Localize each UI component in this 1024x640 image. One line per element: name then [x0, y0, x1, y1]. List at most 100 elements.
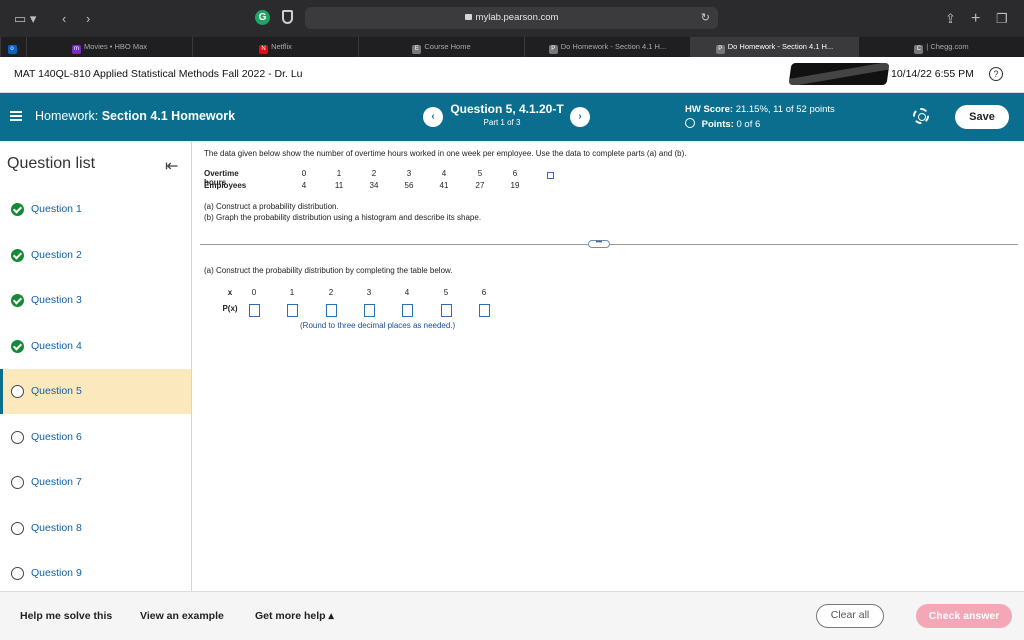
tab-label: Movies • HBO Max — [83, 42, 148, 51]
employees-cell: 19 — [510, 181, 520, 190]
chegg-icon: C — [914, 45, 924, 54]
collapse-icon[interactable]: ⇤ — [165, 156, 178, 176]
score-value: 21.15%, 11 of 52 points — [735, 104, 835, 115]
empty-circle-icon — [11, 521, 24, 535]
hours-cell: 2 — [371, 169, 377, 178]
help-me-solve-button[interactable]: Help me solve this — [20, 610, 112, 622]
question-item[interactable]: Question 6 — [0, 415, 191, 460]
tab-homework-2[interactable]: P Do Homework - Section 4.1 H... — [690, 37, 858, 57]
question-item[interactable]: Question 9 — [0, 551, 191, 596]
browser-toolbar: ▭ ▾ ‹ › G mylab.pearson.com ↻ ⇪ + ❐ — [0, 0, 1024, 37]
tab-hbo[interactable]: m Movies • HBO Max — [26, 37, 192, 57]
question-item[interactable]: Question 3 — [0, 278, 191, 323]
back-icon[interactable]: ‹ — [62, 0, 66, 37]
probability-input[interactable] — [402, 304, 413, 317]
problem-prompt: The data given below show the number of … — [204, 149, 687, 158]
x-value-cell: 1 — [289, 288, 295, 297]
question-label: Question 1 — [31, 203, 82, 215]
question-label: Question 6 — [31, 430, 82, 443]
p-label: P(x) — [222, 304, 238, 313]
tab-chegg[interactable]: C | Chegg.com — [858, 37, 1024, 57]
empty-circle-icon — [11, 567, 24, 580]
tab-homework-1[interactable]: P Do Homework - Section 4.1 H... — [524, 37, 690, 57]
prev-question-button[interactable]: ‹ — [423, 107, 443, 127]
x-value-cell: 4 — [404, 288, 410, 297]
tab-course-home[interactable]: E Course Home — [358, 37, 524, 57]
probability-input[interactable] — [326, 304, 337, 317]
question-item[interactable]: Question 5 — [0, 369, 191, 414]
course-title: MAT 140QL-810 Applied Statistical Method… — [14, 68, 303, 80]
check-circle-icon — [11, 248, 24, 262]
x-value-cell: 5 — [443, 288, 449, 297]
tab-label: | Chegg.com — [926, 42, 969, 51]
course-icon: E — [412, 45, 422, 54]
grammarly-icon[interactable]: G — [255, 10, 270, 25]
next-question-button[interactable]: › — [570, 107, 590, 127]
tab-overview-icon[interactable]: ❐ — [996, 0, 1008, 37]
question-item[interactable]: Question 1 — [0, 187, 191, 232]
sidebar-toggle-icon[interactable]: ▭ ▾ — [14, 0, 36, 37]
row-label-employees: Employees — [204, 181, 247, 190]
probability-input[interactable] — [249, 304, 260, 317]
reload-icon[interactable]: ↻ — [701, 7, 710, 29]
question-item[interactable]: Question 2 — [0, 233, 191, 278]
gear-icon[interactable] — [913, 108, 929, 124]
question-title: Question 5, 4.1.20-T — [450, 102, 564, 116]
pearson-icon: P — [548, 45, 558, 54]
question-list-sidebar: Question list ⇤ Question 1 Question 2 Ques… — [0, 141, 192, 591]
menu-icon[interactable] — [10, 111, 22, 121]
tab-outlook[interactable]: o — [0, 37, 26, 57]
hours-cell: 3 — [406, 169, 412, 178]
probability-input[interactable] — [287, 304, 298, 317]
empty-circle-icon — [11, 385, 24, 398]
question-part: Part 1 of 3 — [483, 118, 521, 127]
forward-icon[interactable]: › — [86, 0, 90, 37]
question-label: Question 2 — [31, 248, 82, 261]
outlook-icon: o — [7, 45, 17, 54]
copy-data-icon[interactable] — [547, 172, 554, 179]
points-ring-icon — [685, 118, 695, 128]
question-item[interactable]: Question 8 — [0, 506, 191, 551]
new-tab-icon[interactable]: + — [971, 0, 980, 37]
tab-label: Course Home — [424, 42, 471, 51]
x-value-cell: 2 — [328, 288, 334, 297]
points-value: 0 of 6 — [736, 119, 761, 130]
shield-icon[interactable] — [282, 10, 293, 24]
datetime: 10/14/22 6:55 PM — [891, 68, 974, 80]
tab-label: Do Homework - Section 4.1 H... — [727, 42, 834, 51]
save-button[interactable]: Save — [955, 105, 1009, 129]
view-example-button[interactable]: View an example — [140, 610, 224, 622]
pearson-icon: P — [715, 45, 725, 54]
expand-button[interactable]: ••• — [588, 240, 610, 248]
probability-input[interactable] — [364, 304, 375, 317]
x-value-cell: 3 — [366, 288, 372, 297]
redacted-name — [788, 63, 890, 85]
probability-input[interactable] — [441, 304, 452, 317]
check-circle-icon — [11, 339, 24, 353]
probability-input[interactable] — [479, 304, 490, 317]
lock-icon — [464, 14, 472, 20]
employees-cell: 27 — [475, 181, 485, 190]
share-icon[interactable]: ⇪ — [945, 0, 956, 37]
help-icon[interactable]: ? — [989, 67, 1003, 81]
clear-all-button[interactable]: Clear all — [816, 604, 884, 628]
question-label: Question 4 — [31, 339, 82, 352]
hours-cell: 5 — [477, 169, 483, 178]
tab-netflix[interactable]: N Netflix — [192, 37, 358, 57]
get-more-help-button[interactable]: Get more help ▴ — [255, 610, 334, 622]
question-item[interactable]: Question 7 — [0, 460, 191, 505]
part-b-text: (b) Graph the probability distribution u… — [204, 213, 482, 222]
question-item[interactable]: Question 4 — [0, 324, 191, 369]
employees-cell: 34 — [369, 181, 379, 190]
hours-cell: 1 — [336, 169, 342, 178]
x-value-cell: 0 — [251, 288, 257, 297]
address-bar[interactable]: mylab.pearson.com ↻ — [305, 7, 718, 29]
hw-score: HW Score: 21.15%, 11 of 52 points — [685, 104, 835, 115]
tab-label: Do Homework - Section 4.1 H... — [560, 42, 667, 51]
homework-title: Homework: Section 4.1 Homework — [35, 109, 235, 123]
check-circle-icon — [11, 203, 24, 216]
check-answer-button[interactable]: Check answer — [916, 604, 1012, 628]
employees-cell: 41 — [439, 181, 449, 190]
employees-cell: 4 — [301, 181, 307, 190]
hours-cell: 0 — [301, 169, 307, 178]
